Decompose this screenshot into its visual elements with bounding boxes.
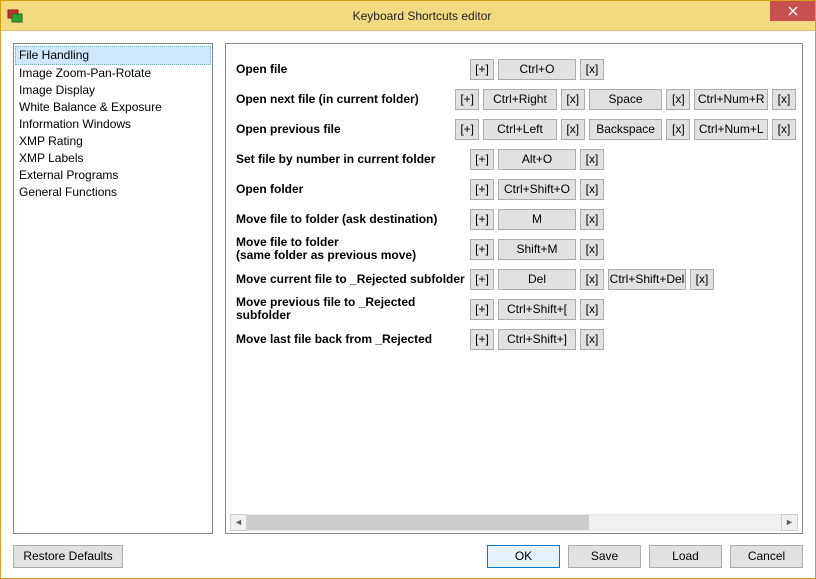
shortcut-row: Open file [+]Ctrl+O[x] <box>236 54 796 84</box>
ok-button[interactable]: OK <box>487 545 560 568</box>
key-binding-button[interactable]: Space <box>589 89 663 110</box>
add-binding-button[interactable]: [+] <box>470 269 494 290</box>
remove-binding-button[interactable]: [x] <box>580 149 604 170</box>
add-binding-button[interactable]: [+] <box>470 59 494 80</box>
key-binding-button[interactable]: Del <box>498 269 576 290</box>
category-list[interactable]: File HandlingImage Zoom-Pan-RotateImage … <box>13 43 213 534</box>
add-binding-button[interactable]: [+] <box>470 239 494 260</box>
sidebar-item[interactable]: XMP Rating <box>15 133 211 150</box>
sidebar-item[interactable]: Information Windows <box>15 116 211 133</box>
shortcut-label: Open folder <box>236 183 466 196</box>
close-button[interactable] <box>770 1 815 21</box>
key-binding-button[interactable]: Ctrl+Left <box>483 119 557 140</box>
shortcut-label: Move last file back from _Rejected <box>236 333 466 346</box>
add-binding-button[interactable]: [+] <box>470 179 494 200</box>
dialog-body: File HandlingImage Zoom-Pan-RotateImage … <box>1 31 815 578</box>
remove-binding-button[interactable]: [x] <box>772 89 796 110</box>
key-binding-button[interactable]: Alt+O <box>498 149 576 170</box>
window-title: Keyboard Shortcuts editor <box>29 9 815 23</box>
shortcut-row: Move previous file to _Rejected subfolde… <box>236 294 796 324</box>
titlebar: Keyboard Shortcuts editor <box>1 1 815 31</box>
sidebar-item[interactable]: Image Zoom-Pan-Rotate <box>15 65 211 82</box>
shortcut-label: Open next file (in current folder) <box>236 93 451 106</box>
add-binding-button[interactable]: [+] <box>470 209 494 230</box>
shortcut-label: Move previous file to _Rejected subfolde… <box>236 296 466 322</box>
key-binding-button[interactable]: Ctrl+Shift+O <box>498 179 576 200</box>
remove-binding-button[interactable]: [x] <box>772 119 796 140</box>
cancel-button[interactable]: Cancel <box>730 545 803 568</box>
restore-defaults-button[interactable]: Restore Defaults <box>13 545 123 568</box>
remove-binding-button[interactable]: [x] <box>580 59 604 80</box>
remove-binding-button[interactable]: [x] <box>666 119 690 140</box>
sidebar-item[interactable]: File Handling <box>15 46 211 65</box>
window: Keyboard Shortcuts editor File HandlingI… <box>0 0 816 579</box>
key-binding-button[interactable]: Ctrl+Shift+] <box>498 329 576 350</box>
add-binding-button[interactable]: [+] <box>470 329 494 350</box>
load-button[interactable]: Load <box>649 545 722 568</box>
shortcut-label: Move file to folder (ask destination) <box>236 213 466 226</box>
shortcut-row: Move last file back from _Rejected [+]Ctr… <box>236 324 796 354</box>
shortcut-label: Open previous file <box>236 123 451 136</box>
key-binding-button[interactable]: Shift+M <box>498 239 576 260</box>
key-binding-button[interactable]: M <box>498 209 576 230</box>
scroll-track[interactable] <box>247 514 781 531</box>
key-binding-button[interactable]: Ctrl+Shift+Del <box>608 269 686 290</box>
shortcut-label: Open file <box>236 63 466 76</box>
remove-binding-button[interactable]: [x] <box>666 89 690 110</box>
shortcut-label: Move file to folder(same folder as previ… <box>236 236 466 262</box>
shortcut-row: Move current file to _Rejected subfolder… <box>236 264 796 294</box>
key-binding-button[interactable]: Ctrl+Num+L <box>694 119 768 140</box>
shortcut-row: Set file by number in current folder [+]A… <box>236 144 796 174</box>
app-icon <box>1 8 29 24</box>
shortcut-row: Move file to folder(same folder as previ… <box>236 234 796 264</box>
key-binding-button[interactable]: Backspace <box>589 119 663 140</box>
add-binding-button[interactable]: [+] <box>470 299 494 320</box>
key-binding-button[interactable]: Ctrl+Num+R <box>694 89 768 110</box>
shortcuts-panel: Open file[+]Ctrl+O[x]Open next file (in … <box>225 43 803 534</box>
add-binding-button[interactable]: [+] <box>455 119 479 140</box>
add-binding-button[interactable]: [+] <box>470 149 494 170</box>
sidebar-item[interactable]: XMP Labels <box>15 150 211 167</box>
sidebar-item[interactable]: External Programs <box>15 167 211 184</box>
content-wrap: Open file[+]Ctrl+O[x]Open next file (in … <box>225 43 803 534</box>
remove-binding-button[interactable]: [x] <box>580 269 604 290</box>
key-binding-button[interactable]: Ctrl+Shift+[ <box>498 299 576 320</box>
add-binding-button[interactable]: [+] <box>455 89 479 110</box>
remove-binding-button[interactable]: [x] <box>561 119 585 140</box>
remove-binding-button[interactable]: [x] <box>580 179 604 200</box>
remove-binding-button[interactable]: [x] <box>580 209 604 230</box>
main-area: File HandlingImage Zoom-Pan-RotateImage … <box>13 43 803 534</box>
scroll-right-button[interactable]: ► <box>781 514 798 531</box>
key-binding-button[interactable]: Ctrl+Right <box>483 89 557 110</box>
shortcut-label: Move current file to _Rejected subfolder <box>236 273 466 286</box>
shortcut-label: Set file by number in current folder <box>236 153 466 166</box>
remove-binding-button[interactable]: [x] <box>580 299 604 320</box>
scroll-thumb[interactable] <box>247 515 589 530</box>
shortcut-row: Open previous file[+]Ctrl+Left[x]Backspa… <box>236 114 796 144</box>
remove-binding-button[interactable]: [x] <box>561 89 585 110</box>
sidebar-item[interactable]: White Balance & Exposure <box>15 99 211 116</box>
shortcut-row: Open folder [+]Ctrl+Shift+O[x] <box>236 174 796 204</box>
sidebar-item[interactable]: Image Display <box>15 82 211 99</box>
remove-binding-button[interactable]: [x] <box>580 329 604 350</box>
scroll-left-button[interactable]: ◄ <box>230 514 247 531</box>
remove-binding-button[interactable]: [x] <box>690 269 714 290</box>
sidebar-item[interactable]: General Functions <box>15 184 211 201</box>
footer: Restore Defaults OK Save Load Cancel <box>13 534 803 568</box>
horizontal-scrollbar[interactable]: ◄ ► <box>230 514 798 531</box>
shortcut-row: Move file to folder (ask destination) [+]… <box>236 204 796 234</box>
remove-binding-button[interactable]: [x] <box>580 239 604 260</box>
save-button[interactable]: Save <box>568 545 641 568</box>
key-binding-button[interactable]: Ctrl+O <box>498 59 576 80</box>
shortcut-row: Open next file (in current folder)[+]Ctr… <box>236 84 796 114</box>
